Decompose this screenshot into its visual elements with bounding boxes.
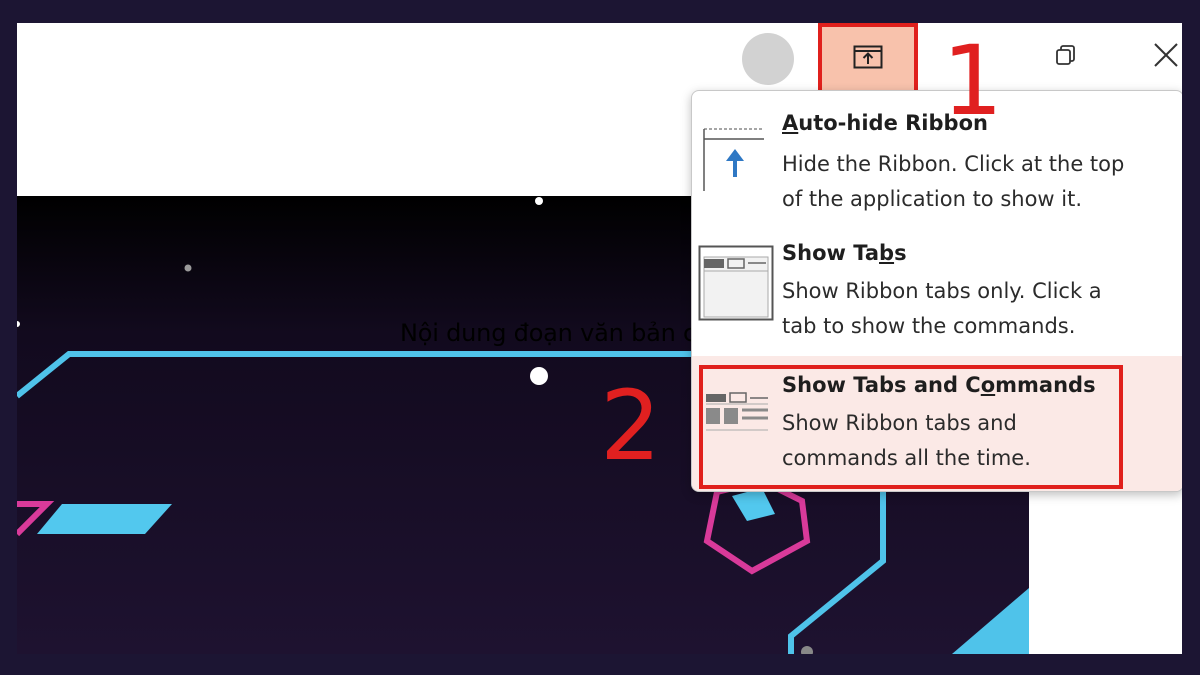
annotation-step-1: 1: [942, 25, 1004, 137]
ribbon-display-options-menu: Auto-hide Ribbon Hide the Ribbon. Click …: [691, 90, 1182, 492]
menu-item-show-tabs[interactable]: Show Tabs Show Ribbon tabs only. Click a…: [692, 221, 1182, 356]
restore-icon: [1054, 43, 1078, 72]
annotation-step-2: 2: [600, 370, 662, 482]
menu-item-description: Show Ribbon tabs only. Click a tab to sh…: [782, 279, 1102, 338]
menu-item-show-tabs-and-commands[interactable]: Show Tabs and Commands Show Ribbon tabs …: [692, 356, 1182, 491]
show-tabs-and-commands-icon: [706, 390, 768, 440]
close-icon: [1153, 42, 1179, 73]
menu-item-auto-hide-ribbon[interactable]: Auto-hide Ribbon Hide the Ribbon. Click …: [692, 91, 1182, 221]
restore-button[interactable]: [1042, 37, 1090, 77]
auto-hide-ribbon-icon: [702, 127, 768, 197]
menu-item-title: Show Tabs: [782, 241, 907, 265]
menu-item-description: Show Ribbon tabs and commands all the ti…: [782, 411, 1031, 470]
menu-item-description: Hide the Ribbon. Click at the top of the…: [782, 152, 1125, 211]
ribbon-display-options-icon: [853, 45, 883, 74]
menu-item-title: Show Tabs and Commands: [782, 373, 1096, 397]
show-tabs-icon: [698, 245, 774, 325]
application-window: Nội dung đoạn văn bản của bạn Auto-hide …: [17, 23, 1182, 654]
close-button[interactable]: [1142, 37, 1182, 77]
ribbon-display-options-button[interactable]: [818, 23, 918, 96]
avatar[interactable]: [742, 33, 794, 85]
